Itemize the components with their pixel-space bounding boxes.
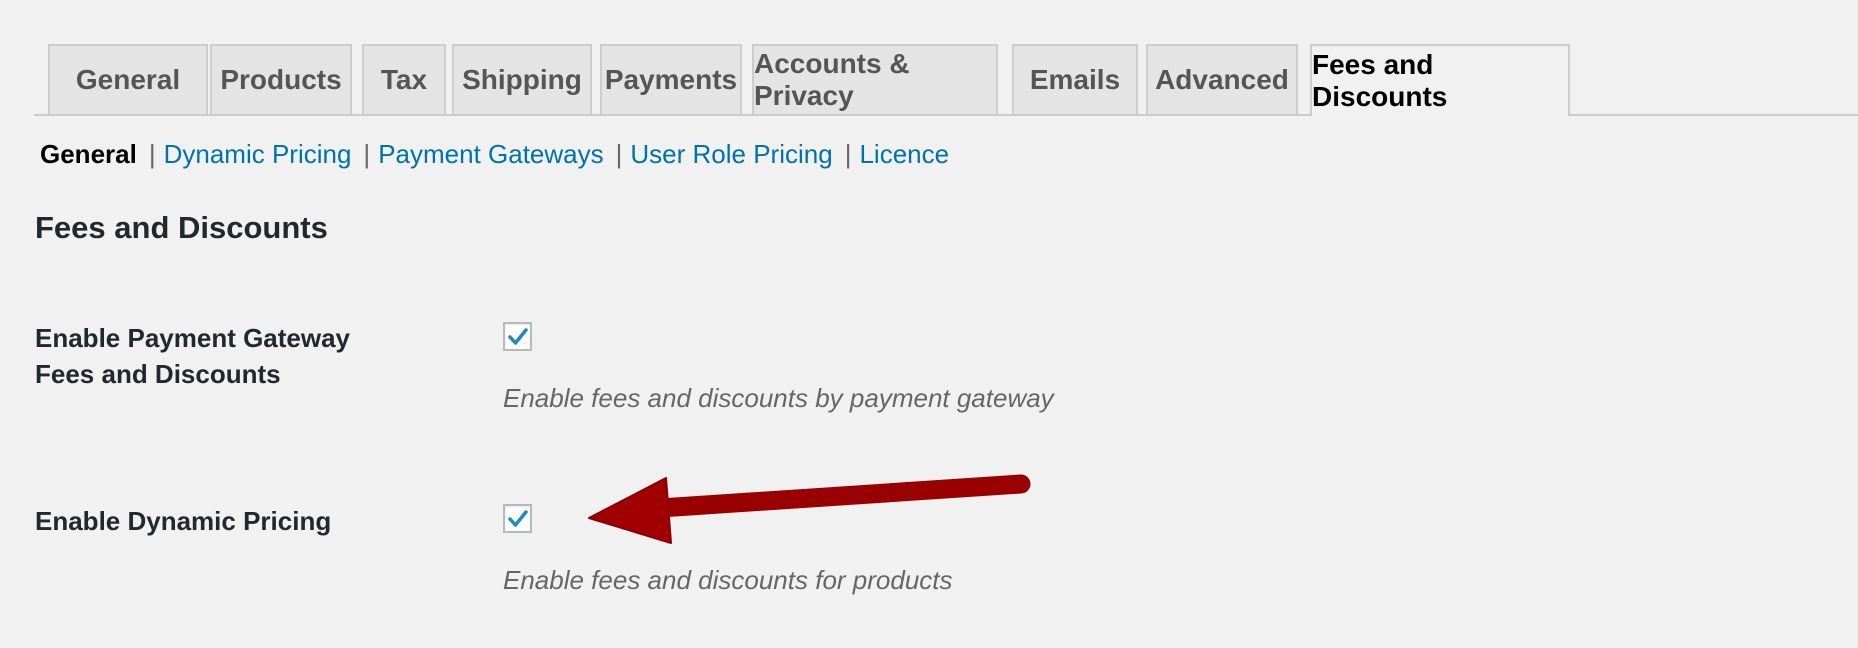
tab-shipping[interactable]: Shipping — [452, 44, 592, 114]
tab-advanced[interactable]: Advanced — [1146, 44, 1298, 114]
tab-fees-and-discounts[interactable]: Fees and Discounts — [1310, 44, 1570, 116]
tab-emails[interactable]: Emails — [1012, 44, 1138, 114]
sub-navigation: General | Dynamic Pricing | Payment Gateways… — [40, 138, 949, 170]
setting-label-line: Enable Payment Gateway — [35, 323, 351, 353]
subnav-separator: | — [148, 139, 156, 169]
subnav-link-licence[interactable]: Licence — [859, 139, 949, 169]
settings-tab-bar: General Products Tax Shipping Payments A… — [34, 44, 1858, 116]
setting-description-payment-gateway-fees: Enable fees and discounts by payment gat… — [503, 383, 1054, 413]
checkmark-icon — [508, 510, 528, 527]
tab-general[interactable]: General — [48, 44, 208, 114]
checkmark-icon — [508, 328, 528, 345]
subnav-link-payment-gateways[interactable]: Payment Gateways — [378, 139, 603, 169]
subnav-separator: | — [844, 139, 852, 169]
subnav-link-dynamic-pricing[interactable]: Dynamic Pricing — [164, 139, 352, 169]
tab-payments[interactable]: Payments — [600, 44, 742, 114]
tab-accounts-privacy[interactable]: Accounts & Privacy — [752, 44, 998, 114]
enable-dynamic-pricing-checkbox[interactable] — [503, 504, 532, 533]
enable-payment-gateway-fees-checkbox[interactable] — [503, 322, 532, 351]
tab-tax[interactable]: Tax — [362, 44, 446, 114]
section-title: Fees and Discounts — [35, 210, 328, 245]
subnav-separator: | — [615, 139, 623, 169]
setting-label-dynamic-pricing: Enable Dynamic Pricing — [35, 503, 331, 539]
tab-products[interactable]: Products — [210, 44, 352, 114]
setting-label-line: Fees and Discounts — [35, 359, 281, 389]
subnav-general-current: General — [40, 139, 137, 169]
arrow-shaft — [650, 474, 1031, 518]
setting-label-payment-gateway-fees: Enable Payment Gateway Fees and Discount… — [35, 320, 350, 392]
setting-label-line: Enable Dynamic Pricing — [35, 506, 332, 536]
setting-description-dynamic-pricing: Enable fees and discounts for products — [503, 565, 953, 595]
subnav-separator: | — [363, 139, 371, 169]
arrow-head-icon — [588, 477, 672, 544]
subnav-link-user-role-pricing[interactable]: User Role Pricing — [630, 139, 832, 169]
